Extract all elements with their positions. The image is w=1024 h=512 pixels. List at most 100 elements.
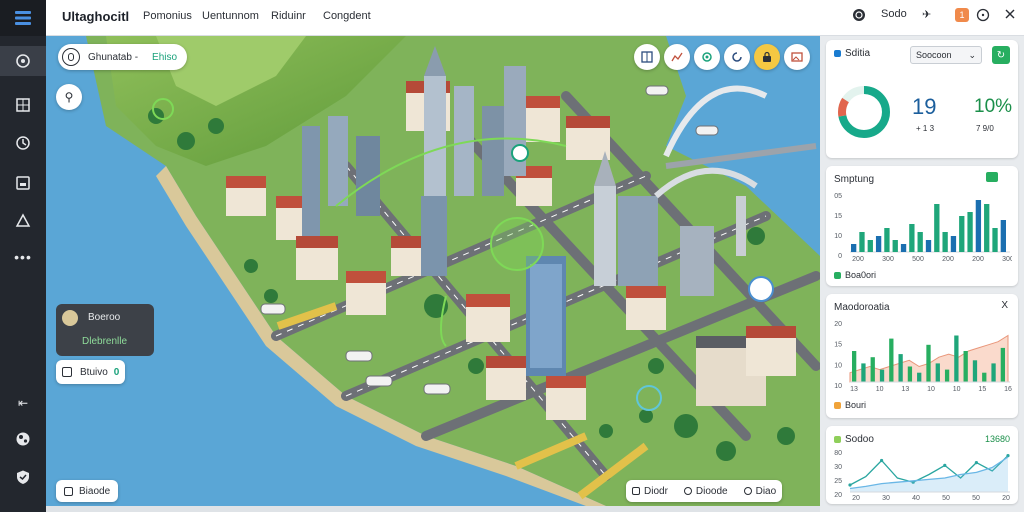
chart-3-x-tick: 20 [1002,495,1010,502]
overview-title-row: Sditia [834,48,870,59]
chart-3-point [880,458,884,463]
nav-item-3[interactable]: Riduinr [271,10,306,22]
layers-button[interactable] [634,44,660,70]
layers-icon [641,51,653,63]
chart-2-plot: 20 15 10 10 13 10 13 10 10 15 16 [834,321,1012,393]
sidebar-graph-icon[interactable] [0,46,46,76]
city-map[interactable]: Ghunatab - Ehiso ⚲ Boeroo Dlebrenlle Btu… [46,36,820,506]
chart-1-toggle[interactable] [986,172,998,182]
pin-button[interactable]: ⚲ [56,84,82,110]
status-chip[interactable]: Btuivo 0 [56,360,126,384]
sidebar-clock-icon[interactable] [0,128,46,158]
chart-2-x-tick: 10 [953,386,961,393]
sidebar-more-icon[interactable]: ••• [0,242,46,272]
nav-item-1[interactable]: Pomonius [143,10,192,22]
chart-1-bar [892,240,898,252]
chart-1-bar [992,228,998,252]
chart-2-bar [870,357,875,382]
checkbox[interactable] [62,367,72,377]
info-card-title: Boeroo [88,312,121,323]
chart-2-bar [972,360,978,382]
refresh-button[interactable] [724,44,750,70]
chart-2-x-tick: 15 [978,386,986,393]
chart-1-x-tick: 300 [1002,256,1012,263]
chart-1-bar [875,236,882,252]
chart-3-y-tick: 25 [834,478,842,485]
chart-2-close-button[interactable]: X [1001,300,1008,311]
help-icon[interactable] [976,8,990,22]
chart-2-footer-row: Bouri [834,400,866,410]
chart-3-x-tick: 50 [942,495,950,502]
chart-3-title-row: Sodoo [834,434,874,445]
app-title: Ultaghocitl [62,9,130,24]
filter-2[interactable]: Dioode [683,486,728,497]
chart-1-x-tick: 200 [942,256,954,263]
close-icon[interactable] [1004,8,1016,20]
chart-2-x-tick: 13 [901,386,909,393]
chart-2-bar [1000,347,1005,382]
shield-icon[interactable] [0,462,46,492]
refresh-stats-button[interactable]: ↻ [992,46,1010,64]
chart-button[interactable] [664,44,690,70]
sidebar-box-icon[interactable] [0,168,46,198]
chart-1-x-tick: 300 [882,256,894,263]
lock-button[interactable] [754,44,780,70]
topbar-label[interactable]: Sodo [881,8,907,20]
filter-3[interactable]: Diao [743,485,777,497]
overview-sub-left: + 1 3 [916,124,935,133]
legend-chip[interactable]: Biaode [56,480,119,502]
legend-label: Biaode [79,485,111,497]
location-chip[interactable]: Ghunatab - Ehiso [58,44,188,70]
refresh-icon [732,52,742,62]
send-icon[interactable]: ✈ [922,8,931,21]
chart-1-y-tick: 0 [838,253,842,260]
pin-icon: ⚲ [64,90,74,104]
chart-3-plot: 80 30 25 20 20 30 40 50 50 20 [834,450,1010,502]
location-sub: Ehiso [152,51,178,63]
sync-icon[interactable] [852,8,866,22]
chart-1-y-tick: 10 [834,233,842,240]
chart-1-x-tick: 200 [972,256,984,263]
collapse-icon[interactable]: ⇤ [0,388,46,418]
chart-2-y-tick: 10 [834,362,842,369]
chart-3-y-tick: 80 [834,450,842,457]
chart-card-3: Sodoo 13680 80 30 25 20 20 30 40 50 50 20 [826,426,1018,504]
chart-3-y-tick: 20 [834,492,842,499]
overview-title: Sditia [845,48,871,59]
chart-2-bar [982,372,987,382]
status-label: Btuivo [80,366,108,378]
filter-3-label: Diao [755,485,777,497]
app-logo-icon [0,0,46,36]
filter-1[interactable]: Diodr [632,486,668,497]
chart-3-point [848,483,852,487]
chart-2-footer: Bouri [845,400,867,410]
chart-2-bar [963,351,968,382]
chart-3-point [974,461,978,465]
info-card[interactable]: Boeroo Dlebrenlle [56,304,154,356]
period-dropdown[interactable]: Soocoon ⌄ [910,46,982,64]
notification-badge[interactable]: 1 [955,8,969,22]
location-button[interactable] [694,44,720,70]
chart-1-bar [851,244,857,252]
chart-1-footer-row: Boa0ori [834,270,876,280]
top-bar: Ultaghocitl Pomonius Uentunnom Riduinr C… [46,0,1024,36]
chart-3-x-tick: 30 [882,495,890,502]
chart-3-y-tick: 30 [834,464,842,471]
overview-sub-right: 7 9/0 [976,124,994,133]
chart-1-y-tick: 05 [834,193,842,200]
image-icon [791,52,803,62]
chart-1-plot: 0515100 200 300 500 200 200 300 [834,193,1012,263]
nav-item-4[interactable]: Congdent [323,10,371,22]
chart-2-y-tick: 15 [834,342,842,349]
chart-1-bar [950,236,957,252]
globe-icon[interactable] [0,424,46,454]
image-button[interactable] [784,44,810,70]
nav-item-2[interactable]: Uentunnom [202,10,259,22]
chart-3-x-tick: 40 [912,495,920,502]
sidebar-grid-icon[interactable] [0,90,46,120]
chart-1-bar [900,244,907,252]
chart-3-title: Sodoo [845,434,874,445]
chart-1-footer-icon [834,271,841,279]
sidebar-settings-icon[interactable] [0,206,46,236]
chart-2-bar [935,363,940,382]
